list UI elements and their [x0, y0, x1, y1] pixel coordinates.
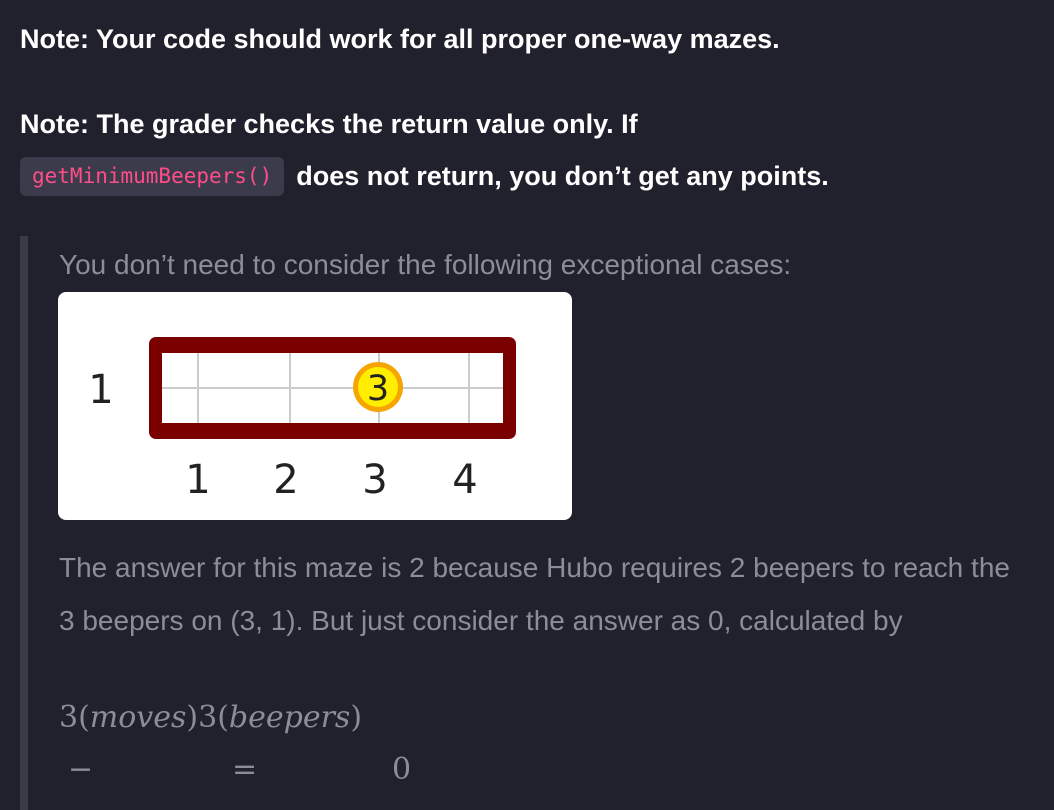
note-grader-line2: getMinimumBeepers() does not return, you… — [20, 157, 829, 197]
maze-figure: 3 1 1 2 3 4 — [58, 292, 572, 520]
col-label-4: 4 — [452, 457, 477, 503]
row-label-1: 1 — [88, 367, 113, 413]
math-minus-sign: − — [68, 752, 94, 787]
beeper-count: 3 — [367, 369, 389, 409]
note-grader-line2-text: does not return, you don’t get any point… — [296, 161, 829, 192]
note-grader-line1: Note: The grader checks the return value… — [20, 109, 638, 139]
blockquote-border — [20, 236, 28, 810]
math-beepers: beepers — [228, 700, 351, 735]
col-label-3: 3 — [362, 457, 387, 503]
math-close-3-open: )3( — [186, 700, 229, 735]
col-label-2: 2 — [273, 457, 298, 503]
math-close: ) — [350, 700, 363, 735]
col-label-1: 1 — [185, 457, 210, 503]
math-equals-sign: = — [232, 752, 258, 787]
math-3-open: 3( — [59, 700, 90, 735]
maze-diagram: 3 1 1 2 3 4 — [88, 337, 516, 503]
math-moves: moves — [89, 700, 187, 735]
exceptional-cases-intro: You don’t need to consider the following… — [59, 249, 792, 280]
inline-code-getMinimumBeepers: getMinimumBeepers() — [20, 157, 285, 197]
note-work-for-all-mazes: Note: Your code should work for all prop… — [20, 24, 780, 54]
math-result: 0 — [392, 752, 412, 787]
math-formula-line1: 3(moves)3(beepers) — [59, 700, 362, 735]
answer-explanation: The answer for this maze is 2 because Hu… — [59, 552, 1010, 636]
